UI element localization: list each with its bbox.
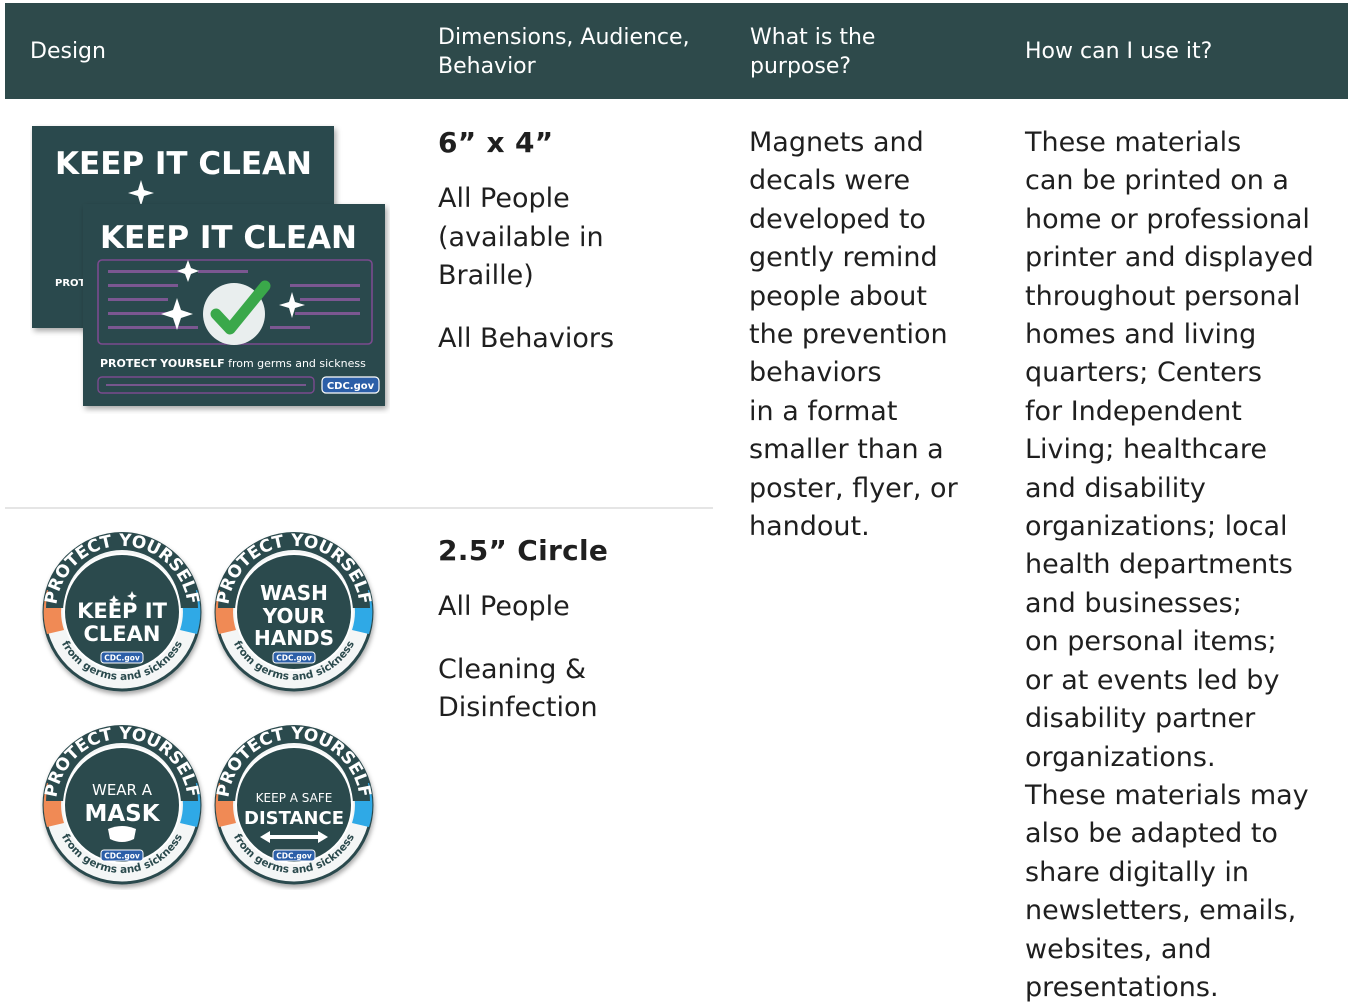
table-header: Design Dimensions, Audience, Behavior Wh… — [5, 3, 1348, 99]
header-dimensions: Dimensions, Audience, Behavior — [438, 25, 690, 79]
use-line: homes and living — [1025, 319, 1257, 351]
use-line: organizations. — [1025, 741, 1216, 773]
keep-it-clean-magnet-image: KEEP IT CLEAN PROT KEEP IT CLEAN PROTECT… — [32, 126, 385, 406]
use-line: can be printed on a — [1025, 165, 1289, 197]
use-line: home or professional — [1025, 203, 1310, 235]
use-line: or at events led by — [1025, 664, 1280, 696]
use-line: and disability — [1025, 472, 1206, 504]
use-line: also be adapted to — [1025, 818, 1278, 850]
sticker-label: DISTANCE — [244, 808, 344, 829]
row1-behavior: All Behaviors — [438, 322, 615, 354]
sticker-label: YOUR — [262, 604, 325, 628]
cdc-badge-label: CDC.gov — [104, 654, 140, 663]
sticker-3: PROTECT YOURSELFfrom germs and sicknessW… — [41, 724, 203, 885]
row2-specs: 2.5” Circle All People Cleaning & Disinf… — [438, 532, 708, 728]
use-line: for Independent — [1025, 395, 1242, 427]
use-line: throughout personal — [1025, 280, 1301, 312]
sticker-label: MASK — [84, 801, 160, 827]
sticker-label: WASH — [260, 581, 328, 605]
row2-size: 2.5” Circle — [438, 534, 609, 567]
front-tagline-rest: from germs and sickness — [225, 357, 366, 370]
purpose-line: poster, flyer, or — [749, 472, 958, 504]
use-line: quarters; Centers — [1025, 357, 1262, 389]
use-text: These materials can be printed on a home… — [1025, 124, 1345, 1007]
header-design: Design — [30, 39, 106, 64]
cdc-badge-label: CDC.gov — [276, 852, 312, 861]
use-line: health departments — [1025, 549, 1293, 581]
use-line: Living; healthcare — [1025, 434, 1267, 466]
cdc-badge-label: CDC.gov — [327, 381, 375, 392]
use-line: websites, and — [1025, 933, 1212, 965]
purpose-line: developed to — [749, 203, 926, 235]
purpose-line: decals were — [749, 165, 911, 197]
cdc-badge-label: CDC.gov — [276, 654, 312, 663]
use-line: on personal items; — [1025, 626, 1277, 658]
purpose-line: smaller than a — [749, 434, 944, 466]
purpose-text: Magnets and decals were developed to gen… — [749, 124, 979, 546]
use-line: These materials — [1025, 127, 1242, 158]
row1-audience: All People (available in Braille) — [438, 183, 604, 292]
purpose-line: in a format — [749, 395, 898, 427]
purpose-line: the prevention — [749, 319, 948, 351]
cdc-badge-label: CDC.gov — [104, 852, 140, 861]
circle-stickers-image: PROTECT YOURSELFfrom germs and sicknessK… — [41, 531, 375, 885]
back-card-headline: KEEP IT CLEAN — [55, 146, 312, 182]
header-use: How can I use it? — [1025, 39, 1213, 64]
row2-behavior: Cleaning & Disinfection — [438, 653, 598, 724]
row-divider — [5, 507, 713, 509]
sticker-2: PROTECT YOURSELFfrom germs and sicknessW… — [213, 531, 375, 692]
sticker-label: KEEP IT — [77, 599, 167, 623]
use-line: presentations. — [1025, 971, 1219, 1003]
back-card-tagline: PROT — [55, 278, 86, 289]
purpose-line: people about — [749, 280, 928, 312]
sticker-1: PROTECT YOURSELFfrom germs and sicknessK… — [41, 531, 203, 692]
use-line: disability partner — [1025, 703, 1256, 735]
purpose-line: Magnets and — [749, 127, 924, 158]
svg-text:PROTECT YOURSELF from germs an: PROTECT YOURSELF from germs and sickness — [100, 357, 366, 370]
use-line: share digitally in — [1025, 856, 1250, 888]
row2-audience: All People — [438, 591, 570, 623]
use-line: These materials may — [1025, 779, 1309, 811]
front-card-headline: KEEP IT CLEAN — [100, 220, 357, 256]
sticker-label: KEEP A SAFE — [256, 791, 333, 805]
sticker-label: HANDS — [254, 626, 334, 650]
sticker-label: WEAR A — [92, 781, 153, 799]
sticker-label: CLEAN — [84, 622, 161, 646]
purpose-line: gently remind — [749, 242, 938, 274]
use-line: and businesses; — [1025, 587, 1242, 619]
header-purpose: What is the purpose? — [750, 25, 876, 79]
front-tagline-bold: PROTECT YOURSELF — [100, 357, 225, 370]
use-line: organizations; local — [1025, 511, 1288, 543]
sticker-4: PROTECT YOURSELFfrom germs and sicknessK… — [213, 724, 375, 885]
mask-icon — [108, 826, 136, 842]
row1-size: 6” x 4” — [438, 126, 554, 159]
use-line: newsletters, emails, — [1025, 895, 1297, 927]
use-line: printer and displayed — [1025, 242, 1314, 274]
purpose-line: handout. — [749, 511, 870, 543]
purpose-line: behaviors — [749, 357, 882, 389]
row1-specs: 6” x 4” All People (available in Braille… — [438, 124, 708, 358]
